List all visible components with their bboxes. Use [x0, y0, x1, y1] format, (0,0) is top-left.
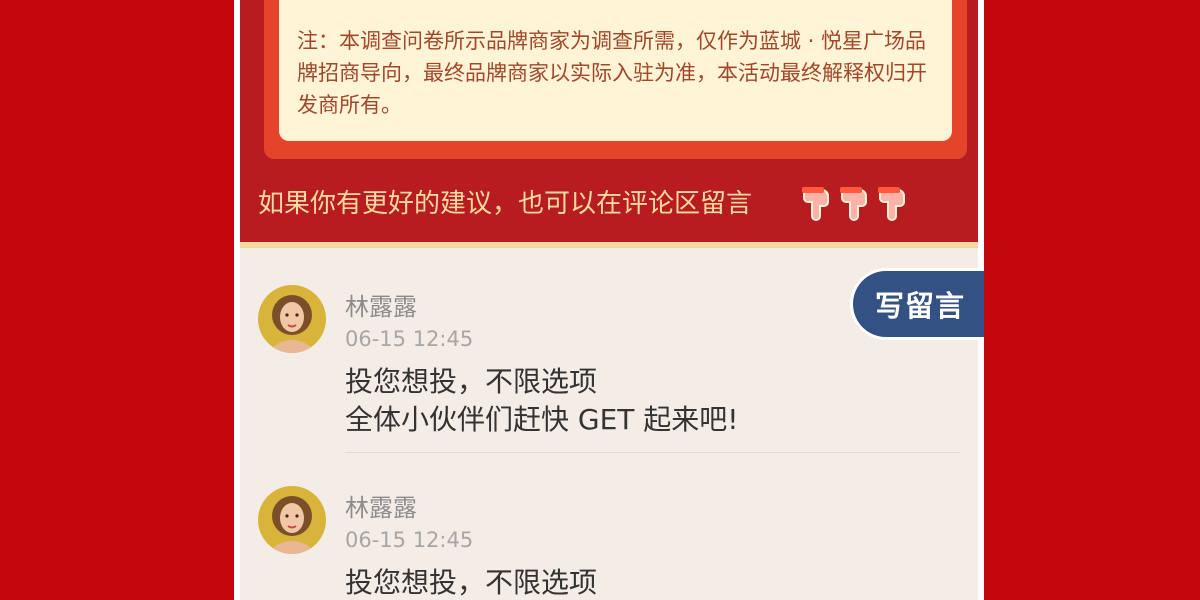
- survey-section: 注：本调查问卷所示品牌商家为调查所需，仅作为蓝城 · 悦星广场品牌招商导向，最终…: [240, 0, 978, 242]
- comments-section: 写留言 林露露 06-15 12:45 投您想投，不限选项 全体小伙伴们赶快 G…: [240, 248, 984, 600]
- hand-pointing-down-icon: [800, 186, 834, 222]
- hand-pointing-down-icon: [838, 186, 872, 222]
- comment-time: 06-15 12:45: [345, 327, 474, 351]
- comment-time: 06-15 12:45: [345, 528, 474, 552]
- suggestion-text: 如果你有更好的建议，也可以在评论区留言: [258, 189, 753, 219]
- notice-text: 注：本调查问卷所示品牌商家为调查所需，仅作为蓝城 · 悦星广场品牌招商导向，最终…: [297, 29, 927, 117]
- comment-text: 投您想投，不限选项 全体小伙伴们赶快 GET 起来吧!: [345, 363, 739, 439]
- avatar[interactable]: [258, 486, 326, 554]
- comment-line: 投您想投，不限选项: [345, 365, 598, 398]
- write-comment-button-inner[interactable]: 写留言: [853, 271, 984, 337]
- commenter-name[interactable]: 林露露: [345, 488, 417, 523]
- write-comment-label: 写留言: [875, 289, 966, 323]
- comment-line: 全体小伙伴们赶快 GET 起来吧!: [345, 403, 739, 436]
- hand-pointing-down-icon: [876, 186, 910, 222]
- comment-text: 投您想投，不限选项: [345, 564, 597, 600]
- pointing-hands: [800, 186, 910, 222]
- phone-frame: 注：本调查问卷所示品牌商家为调查所需，仅作为蓝城 · 悦星广场品牌招商导向，最终…: [234, 0, 984, 600]
- notice-frame: 注：本调查问卷所示品牌商家为调查所需，仅作为蓝城 · 悦星广场品牌招商导向，最终…: [264, 0, 967, 159]
- comment-divider: [345, 452, 960, 453]
- avatar[interactable]: [258, 285, 326, 353]
- write-comment-button[interactable]: 写留言: [850, 268, 984, 340]
- comment-line: 投您想投，不限选项: [345, 566, 598, 599]
- commenter-name[interactable]: 林露露: [345, 287, 417, 322]
- notice-card: 注：本调查问卷所示品牌商家为调查所需，仅作为蓝城 · 悦星广场品牌招商导向，最终…: [279, 0, 952, 141]
